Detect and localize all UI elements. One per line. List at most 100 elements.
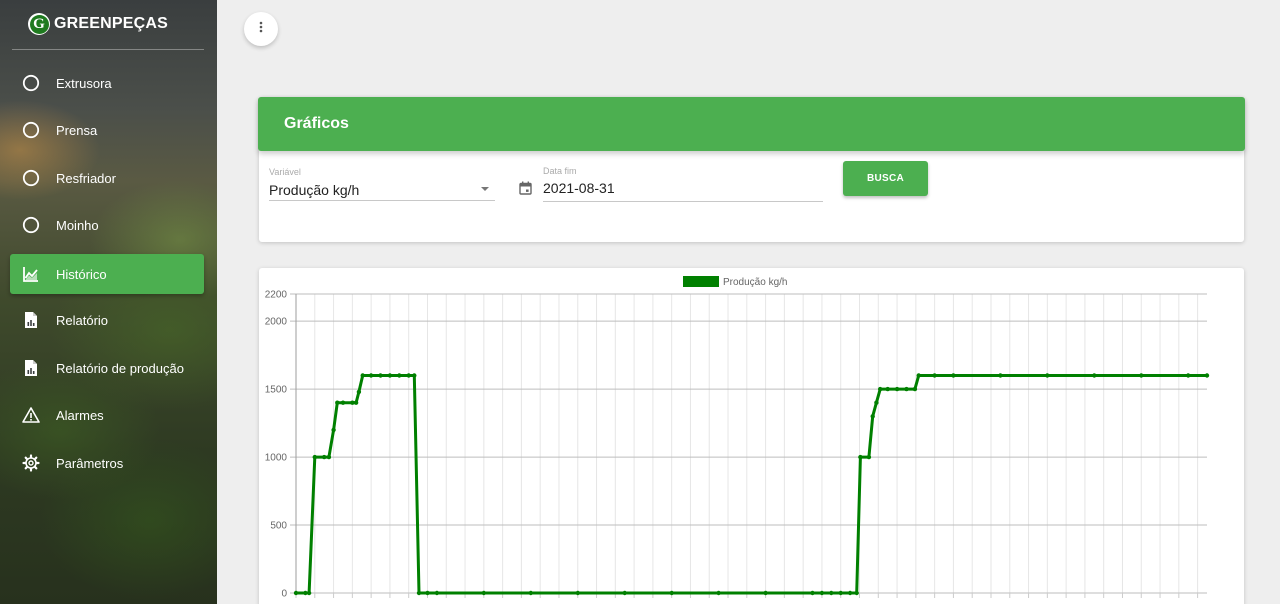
data-point: [878, 386, 883, 392]
data-point: [312, 454, 317, 460]
sidebar-item-label: Prensa: [56, 122, 98, 138]
data-point: [622, 590, 627, 596]
sidebar-item-label: Relatório de produção: [56, 360, 184, 376]
sidebar-item-relatorio-producao[interactable]: Relatório de produção: [10, 348, 204, 388]
data-point: [1186, 373, 1191, 378]
calendar-icon[interactable]: [519, 181, 532, 200]
data-point: [763, 590, 768, 596]
data-point: [885, 386, 890, 392]
sidebar-item-label: Resfriador: [56, 170, 116, 186]
data-point: [847, 590, 853, 596]
circle-outline-icon: [21, 215, 41, 235]
sidebar-item-label: Extrusora: [56, 75, 112, 91]
data-point: [306, 590, 312, 596]
series-production: [293, 373, 1210, 596]
data-point: [331, 427, 336, 433]
sidebar-item-relatorio[interactable]: Relatório: [10, 300, 204, 340]
circle-outline-icon: [21, 168, 41, 188]
sidebar-item-label: Relatório: [56, 312, 109, 328]
more-vertical-icon: [259, 20, 263, 38]
card-title: Gráficos: [284, 115, 349, 132]
data-point: [335, 400, 340, 405]
variable-underline: [269, 200, 495, 201]
data-point: [326, 454, 332, 460]
data-point: [368, 373, 374, 378]
filter-card: Gráficos Variável Produção kg/h Data fim…: [258, 97, 1245, 242]
brand-logo-letter: G: [29, 14, 49, 34]
y-tick-label: 2000: [265, 317, 288, 328]
legend-label: Produção kg/h: [723, 277, 788, 288]
chevron-down-icon: [481, 187, 489, 191]
sidebar-item-label: Alarmes: [56, 407, 104, 423]
y-tick-label: 2200: [265, 290, 288, 301]
data-point: [481, 590, 486, 596]
data-point: [716, 590, 721, 596]
data-point: [575, 590, 580, 596]
report-file-icon: [21, 310, 41, 330]
data-point: [951, 373, 956, 378]
production-chart: 0 500 1000 1500 2000 2200 Produção kg/h: [265, 276, 1210, 600]
sidebar-divider: [12, 49, 204, 50]
circle-outline-icon: [21, 120, 41, 140]
gear-icon: [21, 453, 41, 473]
data-point: [838, 590, 843, 596]
data-point: [894, 386, 900, 392]
data-point: [916, 373, 921, 378]
data-point: [810, 590, 815, 596]
more-menu-button[interactable]: [244, 12, 278, 46]
brand-logo: G: [28, 13, 50, 35]
data-point: [866, 454, 872, 460]
sidebar-item-prensa[interactable]: Prensa: [10, 110, 204, 150]
data-point: [1045, 373, 1050, 378]
data-point: [406, 373, 411, 378]
data-point: [870, 414, 875, 419]
data-point: [387, 373, 393, 378]
sidebar: G GREENPEÇAS Extrusora Prensa Resfriador: [0, 0, 217, 604]
data-point: [858, 454, 863, 460]
data-point: [829, 590, 834, 596]
data-point: [356, 389, 362, 395]
data-point: [353, 400, 359, 405]
data-point: [998, 373, 1003, 378]
data-point: [416, 590, 422, 596]
data-point: [1139, 373, 1144, 378]
sidebar-item-historico[interactable]: Histórico: [10, 254, 204, 294]
y-tick-label: 0: [281, 589, 287, 600]
report-file-icon: [21, 358, 41, 378]
data-point: [397, 373, 402, 378]
search-button[interactable]: BUSCA: [843, 161, 928, 196]
data-point: [932, 373, 937, 378]
series-line: [296, 374, 1207, 595]
brand[interactable]: G GREENPEÇAS: [28, 13, 168, 35]
warning-triangle-icon: [21, 405, 41, 425]
data-point: [434, 590, 440, 596]
data-point: [425, 590, 430, 596]
data-point: [819, 590, 825, 596]
data-point: [378, 373, 383, 378]
data-point: [293, 590, 299, 596]
data-point: [1092, 373, 1097, 378]
date-label: Data fim: [543, 166, 577, 176]
chart-legend: Produção kg/h: [683, 276, 788, 288]
data-point: [874, 400, 879, 405]
data-point: [904, 386, 909, 392]
y-tick-label: 500: [270, 521, 287, 532]
data-point: [412, 373, 417, 378]
sidebar-item-moinho[interactable]: Moinho: [10, 205, 204, 245]
data-point: [912, 386, 918, 392]
sidebar-item-alarmes[interactable]: Alarmes: [10, 395, 204, 435]
legend-swatch: [683, 276, 719, 287]
data-point: [360, 373, 365, 378]
chart-card: 0 500 1000 1500 2000 2200 Produção kg/h: [259, 268, 1244, 604]
brand-name: GREENPEÇAS: [54, 15, 169, 32]
chart-grid: [290, 293, 1207, 594]
sidebar-item-parametros[interactable]: Parâmetros: [10, 443, 204, 483]
sidebar-item-extrusora[interactable]: Extrusora: [10, 63, 204, 103]
sidebar-item-resfriador[interactable]: Resfriador: [10, 158, 204, 198]
variable-label: Variável: [269, 167, 301, 177]
circle-outline-icon: [21, 73, 41, 93]
sidebar-item-label: Histórico: [56, 266, 107, 282]
data-point: [528, 590, 533, 596]
data-point: [322, 454, 327, 460]
y-tick-label: 1500: [265, 385, 288, 396]
